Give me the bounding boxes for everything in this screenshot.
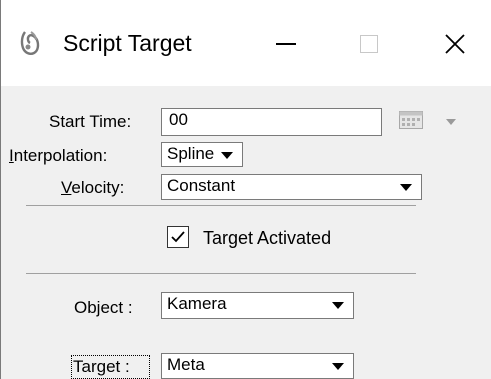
target-value: Meta [167,355,205,374]
interpolation-label: Interpolation: [9,145,107,167]
minimize-icon [276,43,296,45]
velocity-label-mnemonic: V [61,178,72,197]
checkmark-icon [171,231,185,243]
window-title: Script Target [63,30,192,56]
object-label: Object : [74,298,133,317]
velocity-value: Constant [167,176,236,195]
separator-top [26,205,416,206]
maximize-icon [360,35,378,53]
object-select[interactable]: Kamera [161,292,354,319]
script-target-icon [20,31,40,55]
chevron-down-icon [332,302,344,309]
start-time-input[interactable]: 00 [161,108,382,136]
interpolation-select[interactable]: Spline [161,142,243,167]
target-select[interactable]: Meta [161,353,354,379]
calendar-dropdown-icon[interactable] [446,119,456,125]
script-target-window: Script Target Start Time: 00 Interpolati… [0,0,491,379]
target-activated-checkbox[interactable] [167,226,189,248]
velocity-select[interactable]: Constant [161,174,422,200]
interpolation-label-text: nterpolation: [13,146,108,165]
object-value: Kamera [167,294,227,313]
start-time-label: Start Time: [49,112,132,131]
minimize-button[interactable] [257,18,315,70]
chevron-down-icon [332,363,344,370]
chevron-down-icon [400,184,412,191]
close-icon [445,34,465,54]
velocity-label: Velocity: [61,177,124,199]
target-label: Target : [73,357,130,376]
close-button[interactable] [426,18,484,70]
velocity-label-text: elocity: [71,178,125,197]
interpolation-value: Spline [167,144,215,163]
separator-bottom [26,273,416,274]
title-bar[interactable]: Script Target [1,0,491,86]
calendar-icon[interactable] [399,111,423,129]
target-activated-label[interactable]: Target Activated [203,227,331,249]
chevron-down-icon [221,152,233,159]
maximize-button[interactable] [340,18,398,70]
